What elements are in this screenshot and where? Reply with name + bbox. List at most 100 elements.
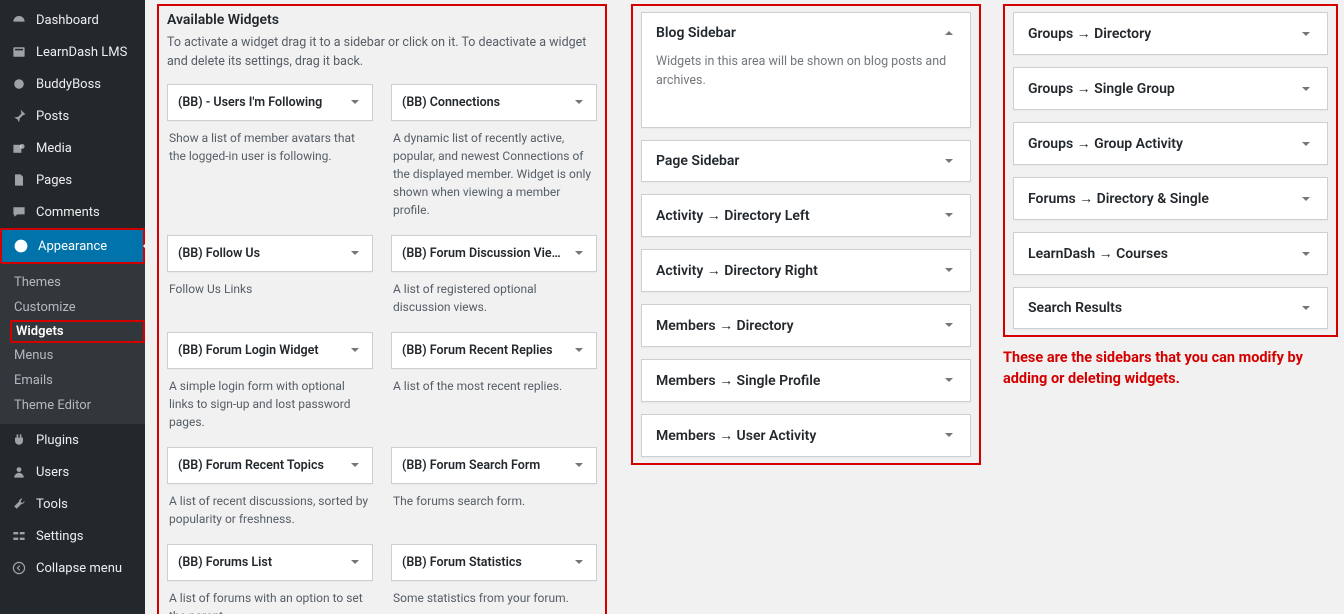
chevron-up-icon[interactable] <box>942 26 956 40</box>
sidebar-area-header[interactable]: Search Results <box>1014 288 1327 328</box>
menu-users[interactable]: Users <box>0 456 145 488</box>
chevron-down-icon[interactable] <box>572 555 586 569</box>
sidebar-areas-col2: Groups → Directory Groups → Single Group G… <box>1003 4 1338 337</box>
menu-comments[interactable]: Comments <box>0 196 145 228</box>
chevron-down-icon[interactable] <box>348 343 362 357</box>
chevron-down-icon[interactable] <box>1299 137 1313 151</box>
chevron-down-icon[interactable] <box>572 458 586 472</box>
submenu-emails[interactable]: Emails <box>0 368 145 393</box>
chevron-down-icon[interactable] <box>572 246 586 260</box>
submenu-theme-editor[interactable]: Theme Editor <box>0 393 145 418</box>
available-widget[interactable]: (BB) - Users I'm Following <box>167 84 373 121</box>
chevron-down-icon[interactable] <box>572 343 586 357</box>
comments-icon <box>10 203 28 221</box>
sidebar-area-header[interactable]: Groups → Directory <box>1014 13 1327 54</box>
pages-icon <box>10 171 28 189</box>
chevron-down-icon[interactable] <box>348 95 362 109</box>
widget-title: (BB) Forums List <box>178 555 272 570</box>
tools-icon <box>10 495 28 513</box>
sidebar-area-title: Forums → Directory & Single <box>1028 190 1209 207</box>
available-widget[interactable]: (BB) Forum Login Widget <box>167 332 373 369</box>
sidebar-area: Activity → Directory Right <box>641 249 971 292</box>
submenu-customize[interactable]: Customize <box>0 295 145 320</box>
submenu-widgets[interactable]: Widgets <box>10 320 145 343</box>
sidebar-area-header[interactable]: LearnDash → Courses <box>1014 233 1327 274</box>
menu-pages[interactable]: Pages <box>0 164 145 196</box>
widget-title: (BB) - Users I'm Following <box>178 95 322 110</box>
available-widget[interactable]: (BB) Forum Recent Replies <box>391 332 597 369</box>
sidebar-area-header[interactable]: Activity → Directory Right <box>642 250 970 291</box>
available-widget[interactable]: (BB) Connections <box>391 84 597 121</box>
sidebar-area: Groups → Single Group <box>1013 67 1328 110</box>
collapse-icon <box>10 559 28 577</box>
sidebar-area-header[interactable]: Blog Sidebar <box>642 13 970 53</box>
chevron-down-icon[interactable] <box>942 373 956 387</box>
menu-settings[interactable]: Settings <box>0 520 145 552</box>
widget-title: (BB) Follow Us <box>178 246 260 261</box>
available-widgets-desc: To activate a widget drag it to a sideba… <box>167 34 597 72</box>
menu-appearance[interactable]: Appearance <box>2 230 143 262</box>
sidebar-area: Blog SidebarWidgets in this area will be… <box>641 12 971 128</box>
widget-description: A list of registered optional discussion… <box>391 272 597 328</box>
sidebar-area-title: Members → User Activity <box>656 427 816 444</box>
menu-label: Users <box>36 465 69 480</box>
menu-plugins[interactable]: Plugins <box>0 424 145 456</box>
available-widgets-panel: Available Widgets To activate a widget d… <box>157 4 607 614</box>
sidebar-area-header[interactable]: Groups → Single Group <box>1014 68 1327 109</box>
available-widget[interactable]: (BB) Forum Statistics <box>391 544 597 581</box>
sidebar-area-title: LearnDash → Courses <box>1028 245 1168 262</box>
menu-label: Dashboard <box>36 13 99 28</box>
sidebar-area-title: Activity → Directory Left <box>656 207 810 224</box>
chevron-down-icon[interactable] <box>348 458 362 472</box>
sidebar-area-header[interactable]: Members → Single Profile <box>642 360 970 401</box>
chevron-down-icon[interactable] <box>942 318 956 332</box>
chevron-down-icon[interactable] <box>942 154 956 168</box>
chevron-down-icon[interactable] <box>572 95 586 109</box>
available-widget[interactable]: (BB) Forum Search Form <box>391 447 597 484</box>
chevron-down-icon[interactable] <box>348 246 362 260</box>
sidebar-area: Members → Directory <box>641 304 971 347</box>
chevron-down-icon[interactable] <box>1299 301 1313 315</box>
available-widget[interactable]: (BB) Forums List <box>167 544 373 581</box>
chevron-down-icon[interactable] <box>942 428 956 442</box>
sidebar-area-header[interactable]: Page Sidebar <box>642 141 970 181</box>
sidebar-area-header[interactable]: Forums → Directory & Single <box>1014 178 1327 219</box>
sidebar-area: LearnDash → Courses <box>1013 232 1328 275</box>
sidebar-area-title: Members → Directory <box>656 317 794 334</box>
menu-posts[interactable]: Posts <box>0 100 145 132</box>
menu-tools[interactable]: Tools <box>0 488 145 520</box>
sidebar-area-header[interactable]: Members → User Activity <box>642 415 970 456</box>
annotation-sidebars: These are the sidebars that you can modi… <box>1003 347 1338 389</box>
chevron-down-icon[interactable] <box>942 263 956 277</box>
widget-description: Follow Us Links <box>167 272 373 316</box>
menu-buddyboss[interactable]: BuddyBoss <box>0 68 145 100</box>
available-widget[interactable]: (BB) Follow Us <box>167 235 373 272</box>
chevron-down-icon[interactable] <box>1299 247 1313 261</box>
sidebar-area-header[interactable]: Groups → Group Activity <box>1014 123 1327 164</box>
sidebar-area-title: Members → Single Profile <box>656 372 820 389</box>
chevron-down-icon[interactable] <box>1299 192 1313 206</box>
menu-collapse[interactable]: Collapse menu <box>0 552 145 584</box>
users-icon <box>10 463 28 481</box>
available-widget[interactable]: (BB) Forum Discussion Vie… <box>391 235 597 272</box>
submenu-themes[interactable]: Themes <box>0 270 145 295</box>
sidebar-area: Forums → Directory & Single <box>1013 177 1328 220</box>
chevron-down-icon[interactable] <box>1299 82 1313 96</box>
sidebar-area-header[interactable]: Members → Directory <box>642 305 970 346</box>
available-widget[interactable]: (BB) Forum Recent Topics <box>167 447 373 484</box>
chevron-down-icon[interactable] <box>1299 27 1313 41</box>
menu-dashboard[interactable]: Dashboard <box>0 4 145 36</box>
menu-label: BuddyBoss <box>36 77 101 92</box>
sidebar-area-title: Search Results <box>1028 300 1122 316</box>
appearance-icon <box>12 237 30 255</box>
menu-label: Collapse menu <box>36 561 122 576</box>
widget-title: (BB) Connections <box>402 95 500 110</box>
chevron-down-icon[interactable] <box>942 208 956 222</box>
menu-learndash[interactable]: LearnDash LMS <box>0 36 145 68</box>
sidebar-area-header[interactable]: Activity → Directory Left <box>642 195 970 236</box>
sidebar-area-title: Activity → Directory Right <box>656 262 818 279</box>
chevron-down-icon[interactable] <box>348 555 362 569</box>
widget-description: Show a list of member avatars that the l… <box>167 121 373 177</box>
menu-media[interactable]: Media <box>0 132 145 164</box>
submenu-menus[interactable]: Menus <box>0 343 145 368</box>
